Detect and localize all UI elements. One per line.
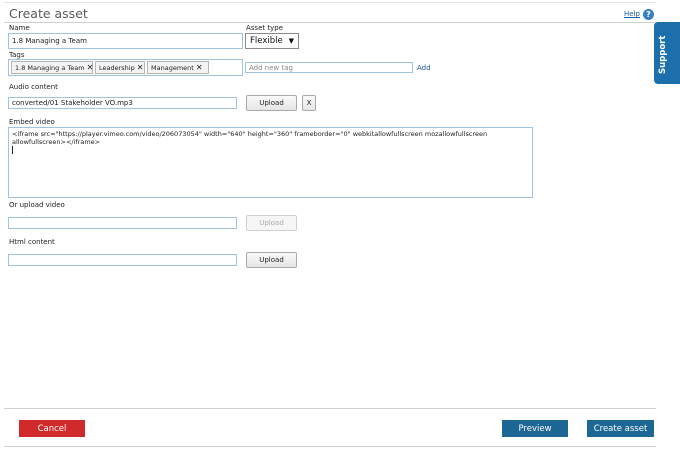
support-label: Support [658,35,668,74]
html-upload-button[interactable]: Upload [246,252,297,268]
embed-video-textarea[interactable]: <iframe src="https://player.vimeo.com/vi… [8,127,533,198]
tag-chip: 1.8 Managing a Team ✕ [11,61,93,74]
preview-button[interactable]: Preview [502,420,568,437]
footer-divider-bottom [4,446,656,447]
audio-upload-button[interactable]: Upload [246,95,297,111]
create-asset-button[interactable]: Create asset [587,420,654,437]
support-tab[interactable]: Support [654,22,680,84]
upload-video-label: Or upload video [9,201,65,209]
audio-content-label: Audio content [9,83,58,91]
video-upload-button[interactable]: Upload [246,215,297,231]
asset-type-select[interactable]: Flexible ▼ [245,33,299,49]
new-tag-input[interactable]: Add new tag [245,62,413,73]
html-content-input[interactable] [8,254,237,266]
title-divider [4,22,656,23]
help-link[interactable]: Help [624,10,640,18]
text-caret [12,146,13,154]
top-border [4,2,656,3]
audio-content-input[interactable]: converted/01 Stakeholder VO.mp3 [8,97,237,109]
add-tag-link[interactable]: Add [417,64,431,72]
remove-audio-button[interactable]: X [302,95,316,111]
chevron-down-icon: ▼ [288,37,294,45]
remove-tag-icon[interactable]: ✕ [196,63,205,72]
footer-divider-top [4,408,656,409]
tags-label: Tags [9,51,25,59]
embed-video-label: Embed video [9,118,55,126]
remove-tag-icon[interactable]: ✕ [137,63,146,72]
tag-label: Management [151,63,194,72]
help-icon[interactable]: ? [643,9,654,20]
tag-label: 1.8 Managing a Team [15,63,85,72]
tag-chip: Leadership ✕ [95,61,145,74]
asset-type-value: Flexible [250,36,283,46]
html-content-label: Html content [9,238,55,246]
remove-tag-icon[interactable]: ✕ [87,63,96,72]
name-label: Name [9,24,30,32]
upload-video-input[interactable] [8,217,237,229]
tag-label: Leadership [99,63,135,72]
asset-type-label: Asset type [246,24,283,32]
name-input[interactable]: 1.8 Managing a Team [8,33,243,49]
tag-chip: Management ✕ [147,61,209,74]
embed-video-code: <iframe src="https://player.vimeo.com/vi… [12,130,488,146]
cancel-button[interactable]: Cancel [19,420,85,437]
page-title: Create asset [9,6,88,21]
tags-field[interactable]: 1.8 Managing a Team ✕ Leadership ✕ Manag… [8,59,243,76]
